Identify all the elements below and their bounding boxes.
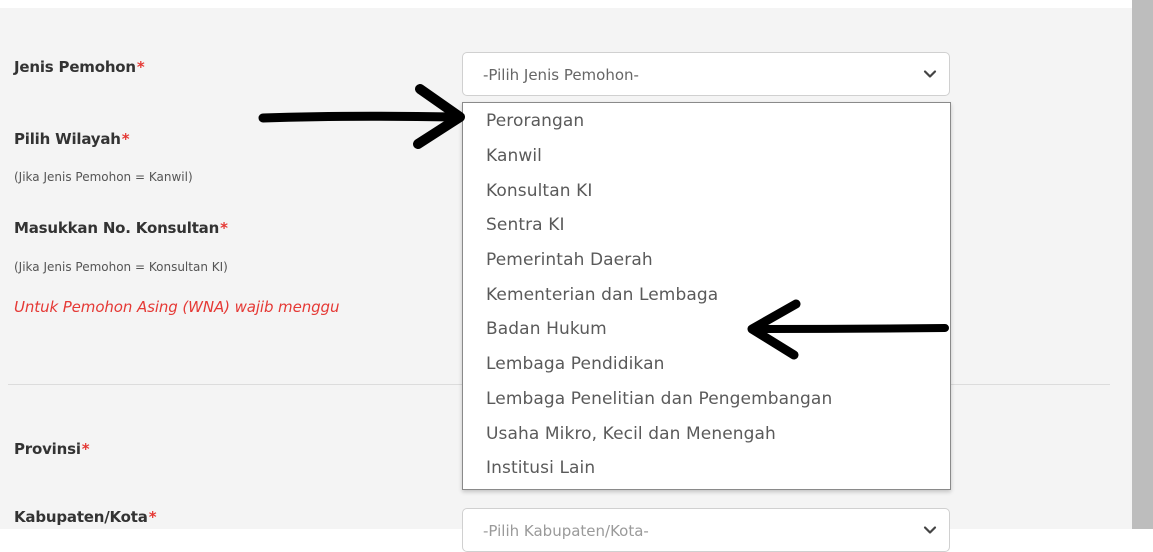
arrow-right-icon (258, 84, 465, 149)
pilih-wilayah-hint: (Jika Jenis Pemohon = Kanwil) (14, 170, 193, 184)
option-institusi-lain[interactable]: Institusi Lain (486, 458, 595, 478)
chevron-down-icon (923, 526, 937, 534)
arrow-left-icon (747, 299, 949, 360)
option-pemerintah-daerah[interactable]: Pemerintah Daerah (486, 250, 653, 270)
required-mark: * (121, 130, 130, 148)
option-konsultan-ki[interactable]: Konsultan KI (486, 181, 592, 201)
konsultan-label-text: Masukkan No. Konsultan (14, 219, 220, 237)
pilih-wilayah-label-text: Pilih Wilayah (14, 130, 121, 148)
provinsi-label: Provinsi* (14, 440, 90, 458)
kabupaten-label-text: Kabupaten/Kota (14, 508, 148, 526)
jenis-pemohon-label-text: Jenis Pemohon (14, 58, 136, 76)
required-mark: * (148, 508, 157, 526)
option-perorangan[interactable]: Perorangan (486, 111, 584, 131)
option-lembaga-penelitian[interactable]: Lembaga Penelitian dan Pengembangan (486, 389, 832, 409)
provinsi-label-text: Provinsi (14, 440, 81, 458)
option-sentra-ki[interactable]: Sentra KI (486, 215, 565, 235)
option-umkm[interactable]: Usaha Mikro, Kecil dan Menengah (486, 424, 776, 444)
jenis-pemohon-select-value: -Pilih Jenis Pemohon- (483, 66, 639, 84)
jenis-pemohon-dropdown: Perorangan Kanwil Konsultan KI Sentra KI… (462, 102, 951, 490)
chevron-down-icon (923, 70, 937, 78)
option-kanwil[interactable]: Kanwil (486, 146, 542, 166)
option-kementerian-lembaga[interactable]: Kementerian dan Lembaga (486, 285, 718, 305)
wna-warning-text: Untuk Pemohon Asing (WNA) wajib menggu (14, 298, 340, 316)
kabupaten-select[interactable]: -Pilih Kabupaten/Kota- (462, 508, 950, 552)
required-mark: * (220, 219, 228, 237)
jenis-pemohon-label: Jenis Pemohon* (14, 58, 145, 76)
required-mark: * (136, 58, 145, 76)
jenis-pemohon-select[interactable]: -Pilih Jenis Pemohon- (462, 52, 950, 96)
required-mark: * (81, 440, 90, 458)
option-lembaga-pendidikan[interactable]: Lembaga Pendidikan (486, 354, 664, 374)
konsultan-label: Masukkan No. Konsultan* (14, 219, 228, 237)
pilih-wilayah-label: Pilih Wilayah* (14, 130, 130, 148)
kabupaten-label: Kabupaten/Kota* (14, 508, 157, 526)
scrollbar[interactable] (1132, 0, 1153, 529)
kabupaten-select-value: -Pilih Kabupaten/Kota- (483, 522, 649, 540)
option-badan-hukum[interactable]: Badan Hukum (486, 319, 607, 339)
konsultan-hint: (Jika Jenis Pemohon = Konsultan KI) (14, 260, 228, 274)
